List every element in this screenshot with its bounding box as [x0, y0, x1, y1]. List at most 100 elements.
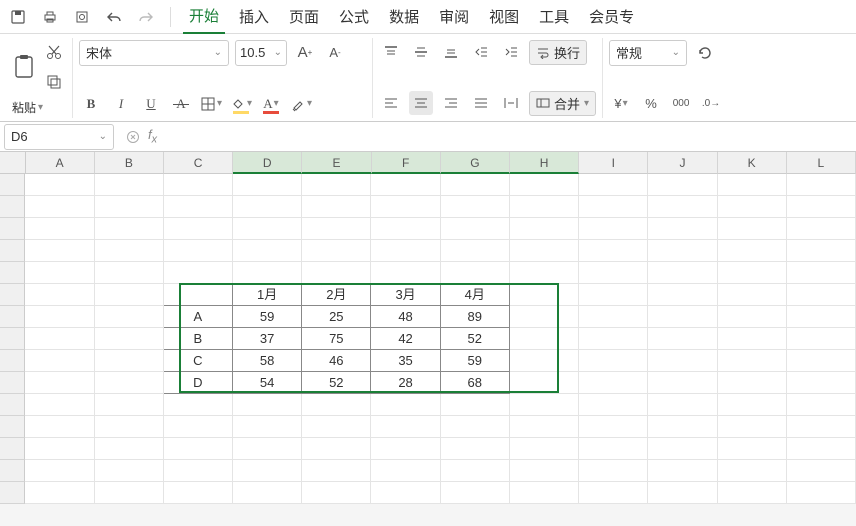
- cell[interactable]: [510, 262, 579, 284]
- cell[interactable]: [510, 328, 579, 350]
- cancel-formula-icon[interactable]: [126, 130, 140, 144]
- cell[interactable]: 1月: [233, 284, 302, 306]
- tab-view[interactable]: 视图: [483, 0, 525, 33]
- cell[interactable]: [787, 438, 856, 460]
- cell[interactable]: [371, 394, 440, 416]
- cell[interactable]: [302, 482, 371, 504]
- cell[interactable]: [95, 438, 164, 460]
- cell[interactable]: [787, 284, 856, 306]
- cell[interactable]: [648, 306, 717, 328]
- cell[interactable]: [441, 416, 510, 438]
- col-header-G[interactable]: G: [441, 152, 510, 174]
- border-button[interactable]: ▾: [199, 92, 223, 116]
- name-box[interactable]: D6⌄: [4, 124, 114, 150]
- clear-format-button[interactable]: ▾: [289, 92, 313, 116]
- cell[interactable]: [579, 460, 648, 482]
- align-top-icon[interactable]: [379, 40, 403, 64]
- align-bottom-icon[interactable]: [439, 40, 463, 64]
- row-header[interactable]: [0, 438, 25, 460]
- cell[interactable]: [164, 394, 233, 416]
- cell[interactable]: [371, 482, 440, 504]
- bold-button[interactable]: B: [79, 92, 103, 116]
- cell[interactable]: 2月: [302, 284, 371, 306]
- row-header[interactable]: [0, 174, 25, 196]
- cell[interactable]: [25, 218, 94, 240]
- cell[interactable]: [233, 416, 302, 438]
- cell[interactable]: [787, 328, 856, 350]
- cell[interactable]: [233, 394, 302, 416]
- cell[interactable]: [579, 394, 648, 416]
- cell[interactable]: [25, 284, 94, 306]
- cell[interactable]: [302, 460, 371, 482]
- cell[interactable]: [164, 174, 233, 196]
- col-header-D[interactable]: D: [233, 152, 302, 174]
- cell[interactable]: [579, 196, 648, 218]
- cell[interactable]: [371, 240, 440, 262]
- col-header-J[interactable]: J: [648, 152, 717, 174]
- paste-label[interactable]: 粘贴▾: [12, 99, 66, 116]
- cell[interactable]: [371, 196, 440, 218]
- cell[interactable]: 3月: [371, 284, 440, 306]
- cell[interactable]: [25, 482, 94, 504]
- cell[interactable]: [510, 416, 579, 438]
- redo-icon[interactable]: [134, 5, 158, 29]
- cell[interactable]: [95, 218, 164, 240]
- cell[interactable]: [787, 306, 856, 328]
- cell[interactable]: [579, 240, 648, 262]
- cell[interactable]: [510, 174, 579, 196]
- cell[interactable]: A: [164, 306, 233, 328]
- cell[interactable]: [787, 372, 856, 394]
- save-icon[interactable]: [6, 5, 30, 29]
- cell[interactable]: [787, 416, 856, 438]
- cell[interactable]: [233, 174, 302, 196]
- cell[interactable]: 52: [302, 372, 371, 394]
- align-right-icon[interactable]: [439, 91, 463, 115]
- distribute-icon[interactable]: [499, 91, 523, 115]
- cell[interactable]: [579, 372, 648, 394]
- cell[interactable]: [233, 218, 302, 240]
- cell[interactable]: [441, 482, 510, 504]
- refresh-icon[interactable]: [693, 41, 717, 65]
- cell[interactable]: [233, 438, 302, 460]
- cell[interactable]: [718, 306, 787, 328]
- cell[interactable]: [648, 284, 717, 306]
- row-header[interactable]: [0, 306, 25, 328]
- cell[interactable]: 52: [441, 328, 510, 350]
- cell[interactable]: [787, 174, 856, 196]
- tab-data[interactable]: 数据: [383, 0, 425, 33]
- cell[interactable]: [164, 438, 233, 460]
- cell[interactable]: [579, 262, 648, 284]
- cell[interactable]: [25, 394, 94, 416]
- row-header[interactable]: [0, 372, 25, 394]
- cell[interactable]: [510, 438, 579, 460]
- row-header[interactable]: [0, 240, 25, 262]
- col-header-C[interactable]: C: [164, 152, 233, 174]
- cell[interactable]: [787, 262, 856, 284]
- cell[interactable]: [718, 284, 787, 306]
- col-header-L[interactable]: L: [787, 152, 856, 174]
- font-increase-icon[interactable]: A+: [293, 41, 317, 65]
- cell[interactable]: [718, 416, 787, 438]
- cell[interactable]: [302, 196, 371, 218]
- cell[interactable]: [25, 416, 94, 438]
- cell[interactable]: [718, 328, 787, 350]
- indent-decrease-icon[interactable]: [469, 40, 493, 64]
- tab-home[interactable]: 开始: [183, 0, 225, 34]
- italic-button[interactable]: I: [109, 92, 133, 116]
- cell[interactable]: [579, 284, 648, 306]
- cell[interactable]: [648, 196, 717, 218]
- tab-review[interactable]: 审阅: [433, 0, 475, 33]
- cell[interactable]: [787, 394, 856, 416]
- cell[interactable]: [510, 372, 579, 394]
- cell[interactable]: [95, 394, 164, 416]
- tab-insert[interactable]: 插入: [233, 0, 275, 33]
- row-header[interactable]: [0, 416, 25, 438]
- row-header[interactable]: [0, 460, 25, 482]
- cell[interactable]: [718, 372, 787, 394]
- paste-button[interactable]: [12, 53, 36, 81]
- decimal-increase-icon[interactable]: .0→: [699, 92, 723, 116]
- cell[interactable]: [25, 372, 94, 394]
- cell[interactable]: 4月: [441, 284, 510, 306]
- row-header[interactable]: [0, 350, 25, 372]
- cell[interactable]: [95, 372, 164, 394]
